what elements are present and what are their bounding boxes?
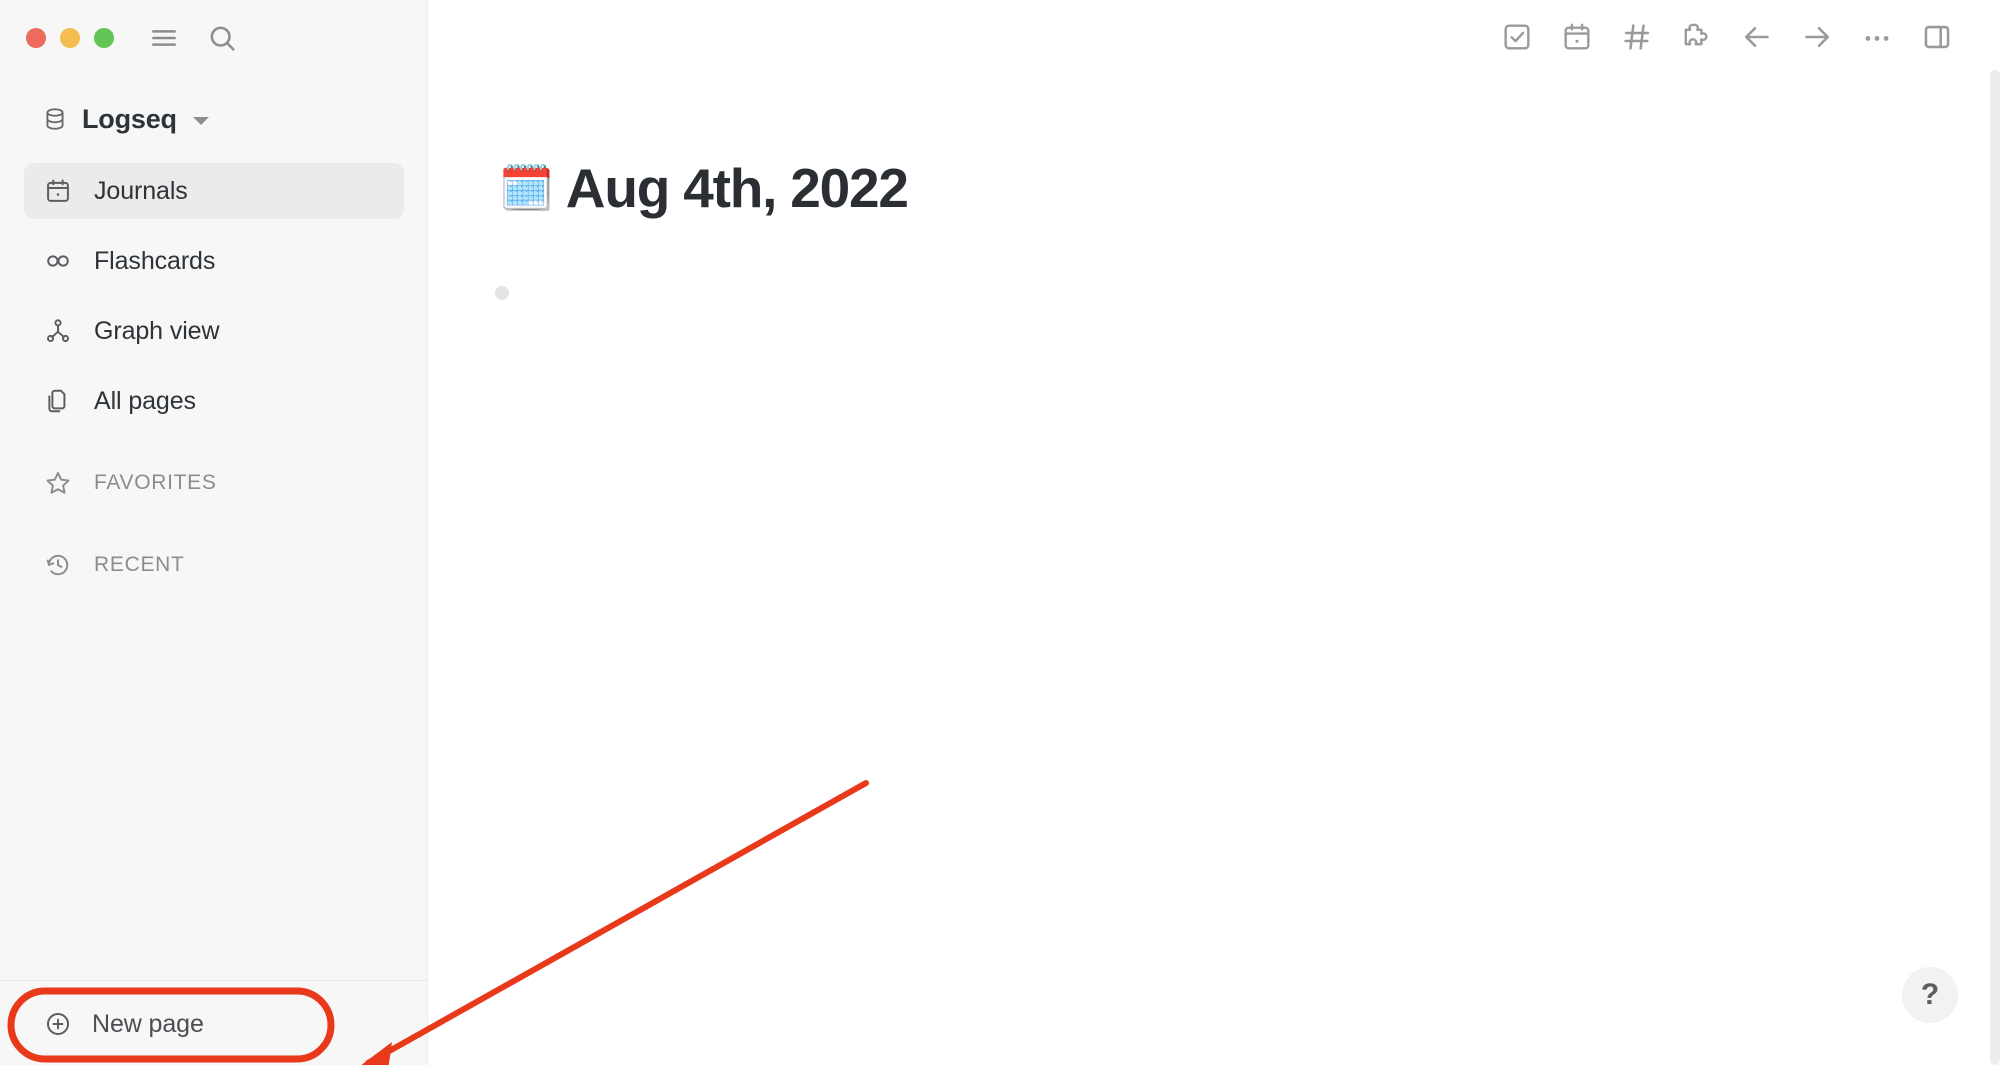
top-toolbar bbox=[1500, 20, 1954, 54]
block-bullet-icon[interactable] bbox=[495, 286, 509, 300]
sidebar-section-favorites[interactable]: FAVORITES bbox=[24, 455, 404, 511]
sidebar-navigation: Journals Flashcards Graph view All pages… bbox=[0, 163, 428, 593]
page-title[interactable]: 🗓️ Aug 4th, 2022 bbox=[499, 157, 909, 219]
star-icon bbox=[44, 469, 72, 497]
window-maximize-button[interactable] bbox=[94, 28, 114, 48]
main-content-area: 🗓️ Aug 4th, 2022 ? bbox=[429, 0, 2000, 1065]
sidebar-item-flashcards[interactable]: Flashcards bbox=[24, 233, 404, 289]
graph-name-label: Logseq bbox=[82, 103, 177, 134]
puzzle-plugin-icon[interactable] bbox=[1680, 20, 1714, 54]
clock-history-icon bbox=[44, 551, 72, 579]
arrow-right-icon[interactable] bbox=[1800, 20, 1834, 54]
new-page-button[interactable]: New page bbox=[26, 997, 222, 1051]
block-text-input[interactable] bbox=[523, 278, 1123, 308]
sidebar-section-label: RECENT bbox=[94, 553, 185, 576]
sidebar-item-all-pages[interactable]: All pages bbox=[24, 373, 404, 429]
plus-circle-icon bbox=[44, 1010, 72, 1038]
sidebar-item-label: Journals bbox=[94, 176, 188, 205]
graph-nodes-icon bbox=[44, 317, 72, 345]
sidebar-item-journals[interactable]: Journals bbox=[24, 163, 404, 219]
chevron-down-icon bbox=[192, 116, 209, 125]
ellipsis-icon[interactable] bbox=[1860, 20, 1894, 54]
database-icon bbox=[42, 106, 68, 132]
hashtag-icon[interactable] bbox=[1620, 20, 1654, 54]
question-mark-icon: ? bbox=[1920, 978, 1940, 1011]
window-traffic-lights bbox=[26, 28, 114, 48]
spiral-notepad-emoji-icon: 🗓️ bbox=[499, 163, 554, 213]
sidebar-item-label: All pages bbox=[94, 386, 196, 415]
sidebar-section-recent[interactable]: RECENT bbox=[24, 537, 404, 593]
journal-date-title: Aug 4th, 2022 bbox=[565, 157, 909, 219]
calendar-icon[interactable] bbox=[1560, 20, 1594, 54]
graph-selector[interactable]: Logseq bbox=[36, 98, 219, 140]
sidebar-item-label: Graph view bbox=[94, 316, 220, 345]
right-sidebar-icon[interactable] bbox=[1920, 20, 1954, 54]
arrow-left-icon[interactable] bbox=[1740, 20, 1774, 54]
sidebar-item-label: Flashcards bbox=[94, 246, 216, 275]
pages-copy-icon bbox=[44, 387, 72, 415]
left-sidebar: Logseq Journals Flashcards Graph view Al… bbox=[0, 0, 428, 1065]
sidebar-footer-divider bbox=[0, 980, 428, 981]
todo-checkbox-icon[interactable] bbox=[1500, 20, 1534, 54]
window-close-button[interactable] bbox=[26, 28, 46, 48]
calendar-icon bbox=[44, 177, 72, 205]
help-button[interactable]: ? bbox=[1902, 967, 1958, 1023]
infinity-icon bbox=[44, 247, 72, 275]
journal-first-block[interactable] bbox=[495, 278, 1123, 308]
sidebar-top-icons bbox=[148, 22, 238, 54]
sidebar-section-label: FAVORITES bbox=[94, 471, 217, 494]
search-icon[interactable] bbox=[206, 22, 238, 54]
window-minimize-button[interactable] bbox=[60, 28, 80, 48]
hamburger-menu-icon[interactable] bbox=[148, 22, 180, 54]
new-page-label: New page bbox=[92, 1009, 204, 1038]
main-scrollbar[interactable] bbox=[1990, 70, 2000, 1065]
sidebar-item-graph-view[interactable]: Graph view bbox=[24, 303, 404, 359]
